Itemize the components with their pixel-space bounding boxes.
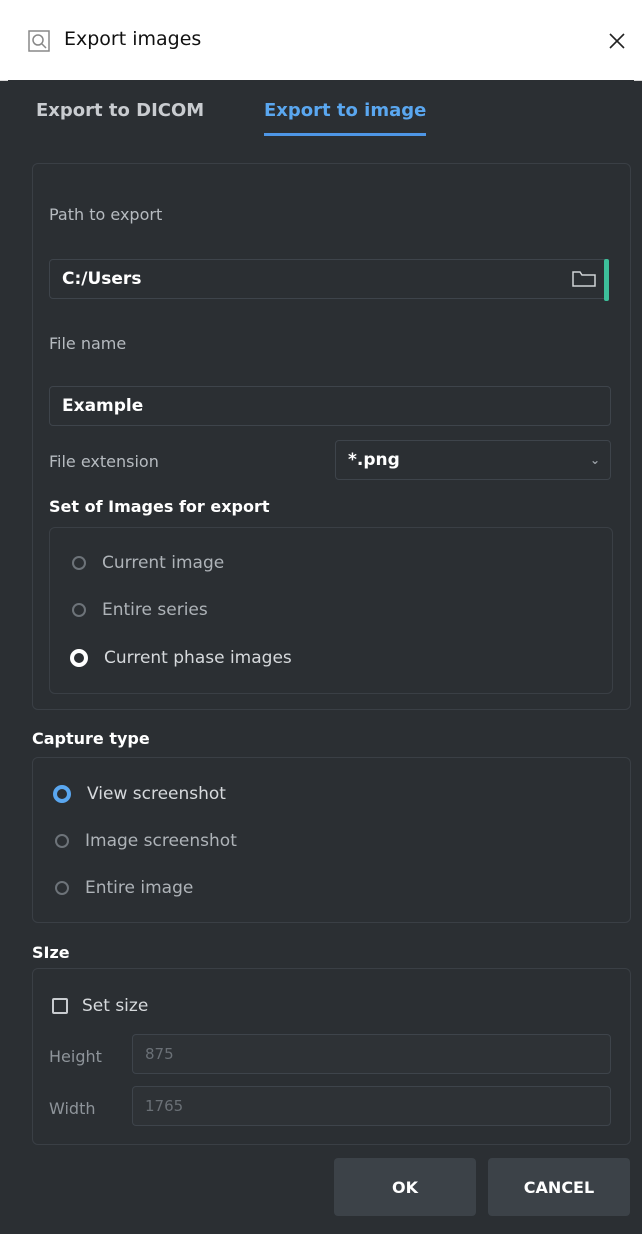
radio-entire-series[interactable]: Entire series (72, 600, 208, 620)
radio-button[interactable] (72, 556, 86, 570)
width-value: 1765 (145, 1097, 184, 1115)
radio-current-phase-images[interactable]: Current phase images (70, 648, 292, 668)
height-label: Height (49, 1047, 102, 1066)
file-extension-select[interactable]: *.png ⌄ (335, 440, 611, 480)
radio-button[interactable] (72, 603, 86, 617)
set-size-label: Set size (82, 996, 149, 1016)
radio-button[interactable] (55, 834, 69, 848)
folder-icon[interactable] (572, 270, 596, 288)
radio-label: Entire image (85, 878, 194, 898)
radio-button[interactable] (55, 881, 69, 895)
radio-image-screenshot[interactable]: Image screenshot (55, 831, 237, 851)
window-title: Export images (64, 28, 202, 50)
title-bar: Export images (0, 0, 642, 81)
search-image-icon (28, 30, 50, 52)
radio-view-screenshot[interactable]: View screenshot (53, 784, 226, 804)
tab-export-dicom[interactable]: Export to DICOM (36, 100, 204, 133)
set-size-checkbox-row[interactable]: Set size (52, 996, 148, 1016)
file-name-value: Example (62, 396, 144, 416)
path-input[interactable]: C:/Users (49, 259, 609, 299)
height-value: 875 (145, 1045, 174, 1063)
capture-type-title: Capture type (32, 729, 150, 748)
close-icon[interactable] (602, 26, 632, 56)
set-size-checkbox[interactable] (52, 998, 68, 1014)
radio-label: Current image (102, 553, 225, 573)
width-input[interactable]: 1765 (132, 1086, 611, 1126)
radio-label: Image screenshot (85, 831, 237, 851)
chevron-down-icon: ⌄ (589, 453, 600, 467)
height-input[interactable]: 875 (132, 1034, 611, 1074)
radio-label: Current phase images (104, 648, 292, 668)
width-label: Width (49, 1099, 96, 1118)
cancel-button[interactable]: CANCEL (488, 1158, 630, 1216)
ok-button[interactable]: OK (334, 1158, 476, 1216)
scroll-accent (604, 259, 609, 301)
path-value: C:/Users (62, 269, 142, 289)
radio-entire-image[interactable]: Entire image (55, 878, 193, 898)
file-name-label: File name (49, 334, 127, 353)
radio-label: View screenshot (87, 784, 226, 804)
radio-current-image[interactable]: Current image (72, 553, 224, 573)
radio-button-selected[interactable] (53, 785, 71, 803)
image-set-title: Set of Images for export (49, 497, 270, 516)
file-extension-value: *.png (348, 450, 400, 470)
tab-export-image[interactable]: Export to image (264, 100, 427, 136)
path-label: Path to export (49, 205, 163, 224)
radio-label: Entire series (102, 600, 208, 620)
size-title: SIze (32, 943, 70, 962)
file-extension-label: File extension (49, 452, 159, 471)
radio-button-selected[interactable] (70, 649, 88, 667)
file-name-input[interactable]: Example (49, 386, 611, 426)
